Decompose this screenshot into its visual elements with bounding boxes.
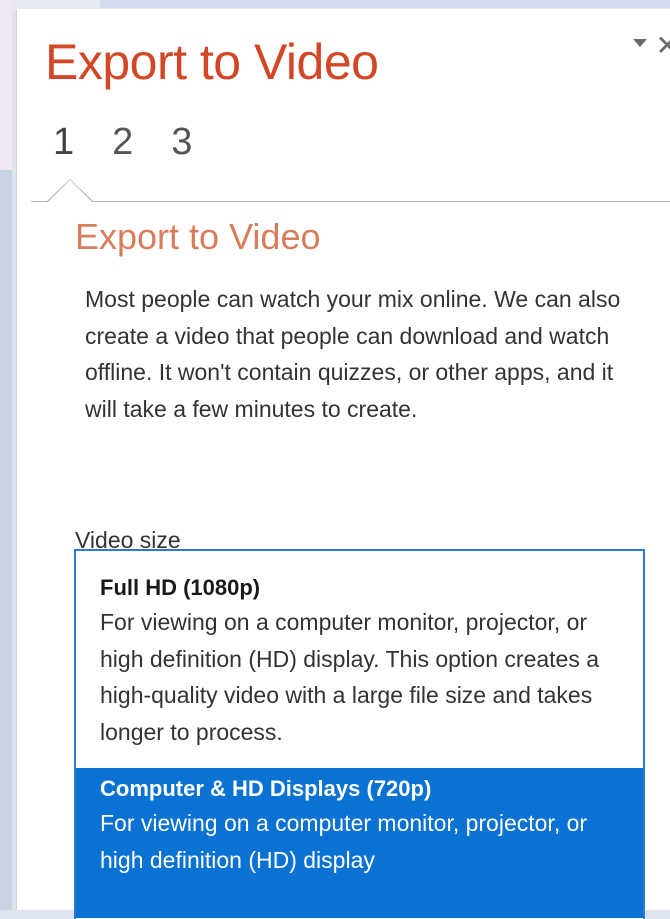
- video-size-option-1080p[interactable]: Full HD (1080p) For viewing on a compute…: [76, 551, 643, 768]
- step-1-tab[interactable]: 1: [53, 121, 74, 164]
- background-window-left-top: [0, 0, 12, 170]
- section-description: Most people can watch your mix online. W…: [85, 286, 621, 422]
- option-description: For viewing on a computer monitor, proje…: [100, 609, 600, 745]
- option-description: For viewing on a computer monitor, proje…: [100, 810, 588, 873]
- background-window-top-right: [100, 0, 670, 8]
- step-3-tab[interactable]: 3: [171, 121, 192, 164]
- pane-options-dropdown-icon[interactable]: [633, 39, 647, 47]
- active-step-pointer: [47, 179, 93, 202]
- section-title: Export to Video: [75, 216, 321, 257]
- option-title: Computer & HD Displays (720p): [100, 776, 432, 801]
- pane-title: Export to Video: [45, 34, 379, 90]
- export-to-video-pane: Export to Video ✕ 1 2 3 Export to Video …: [16, 9, 670, 919]
- step-indicator: 1 2 3: [53, 121, 230, 164]
- video-size-list[interactable]: Full HD (1080p) For viewing on a compute…: [74, 549, 645, 919]
- step-2-tab[interactable]: 2: [112, 121, 133, 164]
- video-size-option-720p[interactable]: Computer & HD Displays (720p) For viewin…: [76, 768, 643, 918]
- close-icon[interactable]: ✕: [656, 29, 670, 62]
- option-title: Full HD (1080p): [100, 575, 261, 600]
- step-divider: [31, 201, 670, 202]
